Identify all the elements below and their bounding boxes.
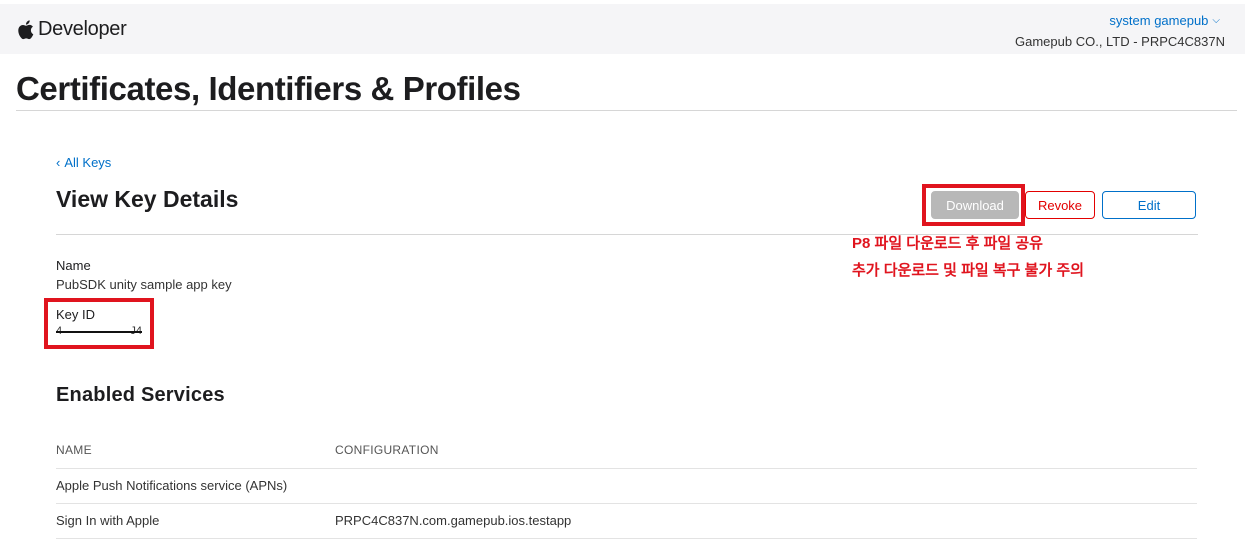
key-id-label: Key ID <box>56 307 96 322</box>
revoke-button[interactable]: Revoke <box>1025 191 1095 219</box>
back-link-label: All Keys <box>64 155 112 170</box>
account-menu[interactable]: system gamepub ⌵ <box>1109 13 1220 28</box>
chevron-down-icon: ⌵ <box>1212 15 1220 26</box>
developer-brand[interactable]: Developer <box>17 17 127 41</box>
table-row-name: Sign In with Apple <box>56 513 160 528</box>
enabled-services-title: Enabled Services <box>56 384 225 406</box>
table-row-name: Apple Push Notifications service (APNs) <box>56 478 288 493</box>
download-button[interactable]: Download <box>931 191 1019 219</box>
key-name-value: PubSDK unity sample app key <box>56 277 232 292</box>
table-row-configuration: PRPC4C837N.com.gamepub.ios.testapp <box>335 513 572 528</box>
key-id-value-redacted: 4 J4 <box>56 325 142 339</box>
table-divider <box>56 468 1197 469</box>
apple-logo-icon <box>18 19 34 39</box>
brand-text: Developer <box>38 17 127 40</box>
page-title: Certificates, Identifiers & Profiles <box>16 70 521 107</box>
annotation-line-2: 추가 다운로드 및 파일 복구 불가 주의 <box>852 262 1085 279</box>
annotation-line-1: P8 파일 다운로드 후 파일 공유 <box>852 235 1043 252</box>
table-divider <box>56 503 1197 504</box>
key-id-highlight-box <box>44 298 154 349</box>
section-title: View Key Details <box>56 186 239 212</box>
column-header-name: NAME <box>56 443 92 457</box>
table-divider <box>56 538 1197 539</box>
global-header: Developer system gamepub ⌵ Gamepub CO., … <box>0 4 1245 54</box>
back-to-all-keys-link[interactable]: ‹ All Keys <box>56 155 111 170</box>
account-name: system gamepub <box>1109 13 1209 28</box>
title-divider <box>16 110 1237 111</box>
column-header-configuration: CONFIGURATION <box>335 443 439 457</box>
chevron-left-icon: ‹ <box>56 155 61 170</box>
team-name: Gamepub CO., LTD - PRPC4C837N <box>1015 34 1225 49</box>
edit-button[interactable]: Edit <box>1102 191 1196 219</box>
key-name-label: Name <box>56 258 91 273</box>
redaction-line <box>56 331 142 333</box>
